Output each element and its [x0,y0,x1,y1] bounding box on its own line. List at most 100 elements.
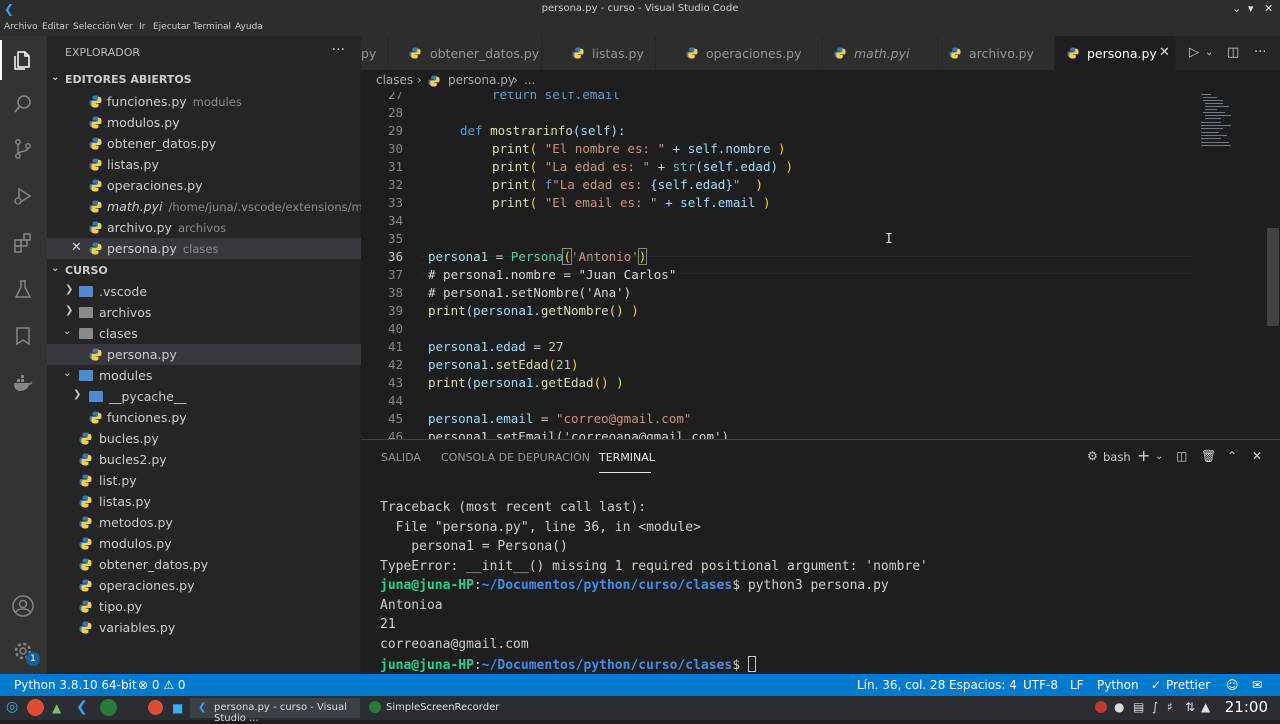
chevron-down-icon[interactable]: ⌄ [1205,47,1213,58]
open-editor-item[interactable]: archivo.py archivos [47,217,361,238]
open-editor-item-active[interactable]: ✕ persona.py clases [47,238,361,259]
open-editor-item[interactable]: funciones.py modules [47,91,361,112]
chevron-down-icon[interactable]: ⌄ [1232,2,1241,15]
close-tab-icon[interactable]: ✕ [1159,45,1170,60]
account-icon[interactable] [8,591,38,621]
bluetooth-icon[interactable]: ∫ [1152,700,1158,720]
split-terminal-icon[interactable]: ◫ [1176,449,1187,463]
menu-terminal[interactable]: Terminal [193,22,231,32]
open-editor-item[interactable]: obtener_datos.py [47,133,361,154]
menu-seleccion[interactable]: Selección [73,22,116,32]
menu-editar[interactable]: Editar [42,22,69,32]
close-window-icon[interactable]: ✕ [1264,2,1273,15]
open-editor-item[interactable]: math.pyi/home/juna/.vscode/extensions/ms… [47,196,396,217]
tray-expand-icon[interactable]: ▲ [1201,700,1210,720]
open-editor-item[interactable]: modulos.py [47,112,361,133]
network-icon[interactable]: ⇅ [1185,700,1195,720]
workspace-section[interactable]: ⌄ CURSO [47,260,361,281]
new-terminal-icon[interactable]: + [1137,446,1150,465]
close-panel-icon[interactable]: ✕ [1252,449,1262,463]
chevron-down-icon[interactable]: ⌄ [1155,451,1163,462]
open-editors-section[interactable]: ⌄ EDITORES ABIERTOS [47,69,361,90]
tab-operaciones[interactable]: operaciones.py [656,36,823,70]
search-icon[interactable] [8,89,38,119]
breadcrumb-folder[interactable]: clases [376,73,413,87]
menu-ir[interactable]: Ir [139,22,145,32]
editor-scrollbar-thumb[interactable] [1267,228,1279,326]
split-editor-icon[interactable]: ◫ [1227,45,1239,60]
more-actions-icon[interactable]: ··· [332,42,345,58]
prettier-status[interactable]: Prettier [1166,678,1210,692]
source-control-icon[interactable] [8,134,38,164]
tree-folder[interactable]: ⌄ clases [47,323,361,344]
docker-icon[interactable] [8,368,38,398]
tree-file[interactable]: modulos.py [47,533,361,554]
testing-flask-icon[interactable] [8,274,38,304]
minimap[interactable] [1199,92,1269,192]
end-of-line[interactable]: LF [1070,678,1084,692]
vscode-launcher-icon[interactable]: ❮ [76,699,88,719]
system-monitor-icon[interactable]: ▲ [52,701,61,721]
feedback-icon[interactable]: ☺ [1226,678,1239,692]
tab-consola-depuracion[interactable]: CONSOLA DE DEPURACIÓN [441,451,590,464]
encoding[interactable]: UTF-8 [1023,678,1058,692]
tray-app-icon[interactable]: ● [1114,700,1124,720]
language-mode[interactable]: Python [1097,678,1139,692]
app-launcher-icon[interactable]: ◎ [6,699,18,719]
problems-count[interactable]: ⊗ 0 ⚠ 0 [138,678,186,692]
chrome-icon[interactable] [27,699,44,716]
menu-ayuda[interactable]: Ayuda [235,22,263,32]
breadcrumb-file[interactable]: persona.py [448,73,515,87]
run-debug-icon[interactable] [8,181,38,211]
clipboard-icon[interactable]: ▤ [1133,700,1144,720]
taskbar-recorder-window[interactable]: SimpleScreenRecorder [364,698,536,718]
tree-file[interactable]: operaciones.py [47,575,361,596]
tab-persona-active[interactable]: persona.py ✕ [1055,36,1176,70]
screen-recorder-launcher-icon[interactable] [100,699,117,716]
minimize-icon[interactable]: ▾ [1248,2,1254,15]
python-interpreter[interactable]: Python 3.8.10 64-bit [14,678,137,692]
menu-ver[interactable]: Ver [118,22,133,32]
tree-file[interactable]: tipo.py [47,596,361,617]
tree-file-active[interactable]: persona.py [47,344,361,365]
file-manager-icon[interactable]: ■ [172,701,183,721]
breadcrumb-symbol[interactable]: ... [524,73,535,87]
tree-file[interactable]: variables.py [47,617,361,638]
maximize-panel-icon[interactable]: ⌃ [1227,449,1237,463]
tree-file[interactable]: bucles.py [47,428,361,449]
tree-file[interactable]: obtener_datos.py [47,554,361,575]
tab-math-pyi[interactable]: math.pyi [823,36,938,70]
taskbar-vscode-window[interactable]: ❮ persona.py - curso - Visual Studio ... [190,698,360,724]
tab-archivo[interactable]: archivo.py [938,36,1055,70]
tree-file[interactable]: funciones.py [47,407,361,428]
notifications-bell-icon[interactable]: ✉ [1252,678,1262,692]
tab-listas[interactable]: listas.py [542,36,656,70]
more-actions-icon[interactable]: ··· [1254,45,1266,60]
chrome-window-icon[interactable] [148,700,163,715]
open-editor-item[interactable]: operaciones.py [47,175,361,196]
recording-indicator-icon[interactable] [1095,701,1107,713]
tree-folder[interactable]: ❯ archivos [47,302,361,323]
tree-folder[interactable]: ⌄ modules [47,365,361,386]
extensions-icon[interactable] [8,228,38,258]
run-file-icon[interactable]: ▷ [1189,45,1199,60]
open-editor-item[interactable]: listas.py [47,154,361,175]
tree-file[interactable]: listas.py [47,491,361,512]
indentation[interactable]: Espacios: 4 [949,678,1017,692]
code-editor[interactable]: 27 return self.email 28 29 def mostrarinfo… [361,92,1280,439]
tree-folder[interactable]: ❯ .vscode [47,281,361,302]
tree-file[interactable]: bucles2.py [47,449,361,470]
clock[interactable]: 21:00 [1225,698,1268,716]
menu-ejecutar[interactable]: Ejecutar [153,22,190,32]
tab-salida[interactable]: SALIDA [381,451,421,464]
menu-archivo[interactable]: Archivo [4,22,38,32]
cursor-position[interactable]: Lín. 36, col. 28 [857,678,945,692]
tab-partial[interactable]: py [361,36,389,70]
terminal-shell-label[interactable]: bash [1103,450,1131,464]
tree-file[interactable]: metodos.py [47,512,361,533]
tree-file[interactable]: list.py [47,470,361,491]
tab-terminal[interactable]: TERMINAL [599,451,655,464]
trash-icon[interactable]: 🗑 [1201,449,1216,463]
tab-obtener-datos[interactable]: obtener_datos.py [389,36,542,70]
volume-icon[interactable]: ♯ [1167,700,1173,720]
